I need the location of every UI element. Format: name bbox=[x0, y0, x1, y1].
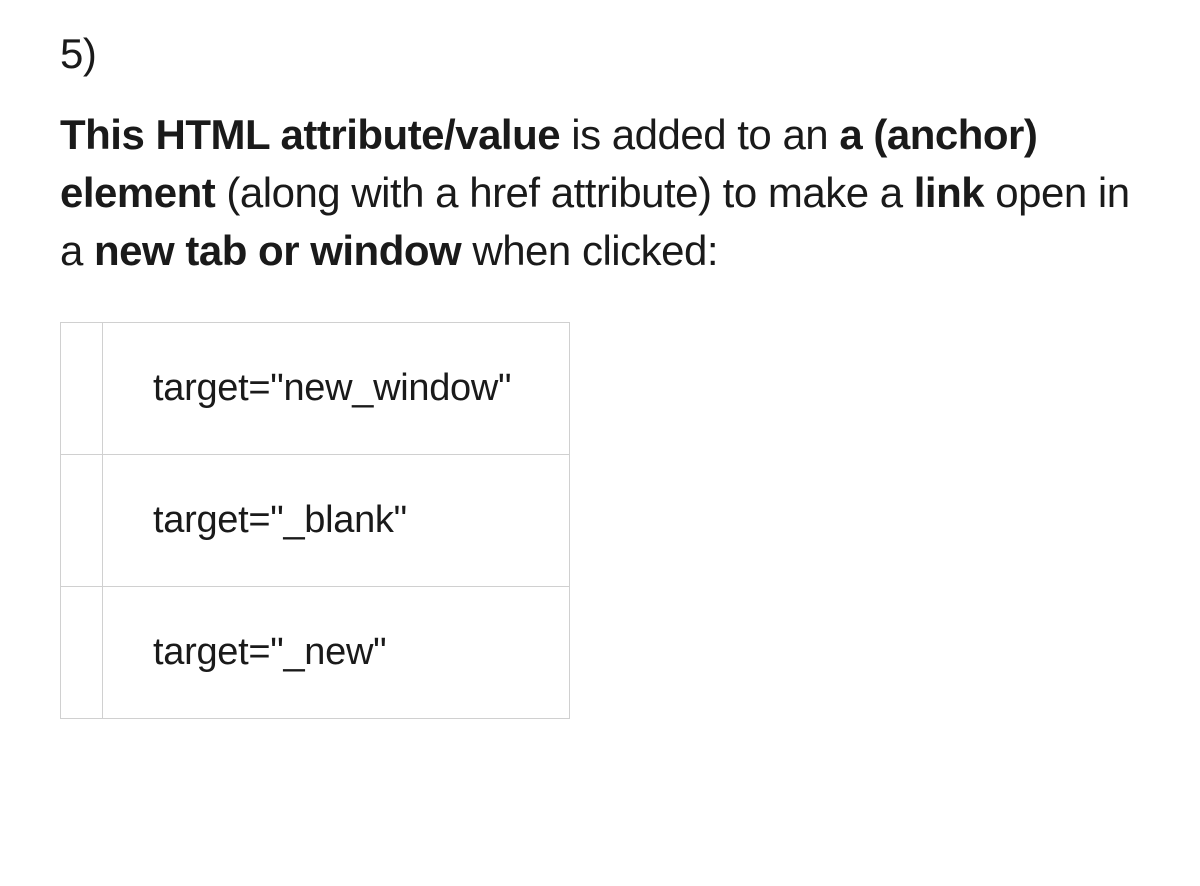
prompt-segment: This HTML attribute/value bbox=[60, 111, 560, 158]
prompt-segment: new tab or window bbox=[94, 227, 461, 274]
question-prompt: This HTML attribute/value is added to an… bbox=[60, 106, 1140, 280]
prompt-segment: (along with a href attribute) to make a bbox=[215, 169, 914, 216]
option-row[interactable]: target="_blank" bbox=[61, 454, 570, 586]
prompt-segment: when clicked: bbox=[461, 227, 718, 274]
prompt-segment: is added to an bbox=[560, 111, 839, 158]
question-number: 5) bbox=[60, 30, 1140, 78]
options-table: target="new_window"target="_blank"target… bbox=[60, 322, 570, 719]
option-label: target="_new" bbox=[103, 586, 570, 718]
option-handle[interactable] bbox=[61, 586, 103, 718]
option-row[interactable]: target="new_window" bbox=[61, 322, 570, 454]
option-handle[interactable] bbox=[61, 454, 103, 586]
option-row[interactable]: target="_new" bbox=[61, 586, 570, 718]
option-label: target="_blank" bbox=[103, 454, 570, 586]
option-label: target="new_window" bbox=[103, 322, 570, 454]
option-handle[interactable] bbox=[61, 322, 103, 454]
prompt-segment: link bbox=[914, 169, 984, 216]
